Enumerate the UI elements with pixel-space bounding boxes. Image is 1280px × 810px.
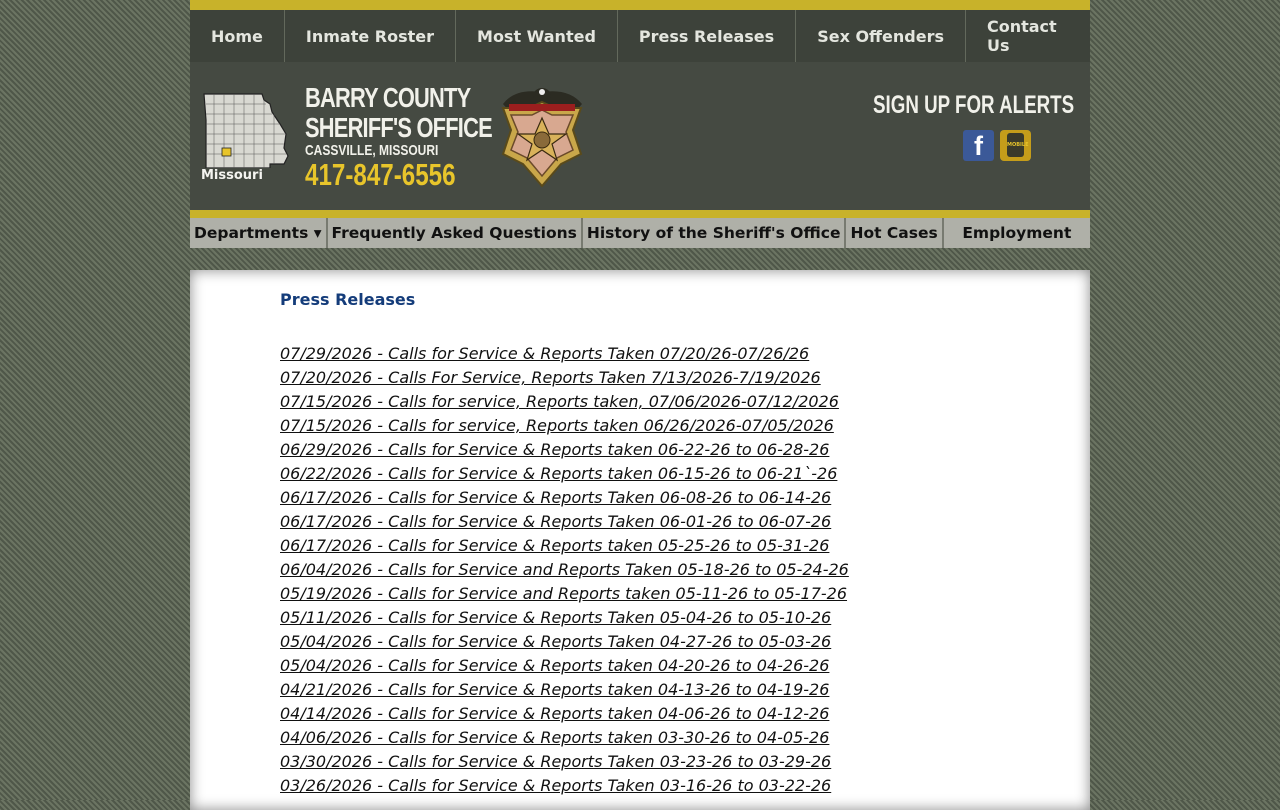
list-item: 06/17/2026 - Calls for Service & Reports… — [280, 510, 849, 534]
list-item: 05/04/2026 - Calls for Service & Reports… — [280, 630, 849, 654]
nav-press-releases[interactable]: Press Releases — [618, 10, 797, 62]
nav-most-wanted[interactable]: Most Wanted — [456, 10, 618, 62]
nav-sex-offenders[interactable]: Sex Offenders — [796, 10, 966, 62]
list-item: 06/04/2026 - Calls for Service and Repor… — [280, 558, 849, 582]
list-item: 05/11/2026 - Calls for Service & Reports… — [280, 606, 849, 630]
nav-inmate-roster[interactable]: Inmate Roster — [285, 10, 457, 62]
site-header: Missouri BARRY COUNTY SHERIFF'S OFFICE C… — [190, 62, 1090, 210]
subnav-departments[interactable]: Departments ▾ — [190, 218, 328, 248]
press-release-link[interactable]: 06/17/2026 - Calls for Service & Reports… — [280, 536, 829, 555]
press-release-link[interactable]: 05/04/2026 - Calls for Service & Reports… — [280, 656, 829, 675]
facebook-glyph: f — [974, 131, 983, 161]
main-content: Press Releases 07/29/2026 - Calls for Se… — [190, 270, 1090, 810]
top-accent-bar — [190, 0, 1090, 10]
press-release-link[interactable]: 07/15/2026 - Calls for service, Reports … — [280, 416, 834, 435]
subnav-hot-cases[interactable]: Hot Cases — [846, 218, 944, 248]
press-release-link[interactable]: 06/17/2026 - Calls for Service & Reports… — [280, 512, 831, 531]
missouri-map-icon — [203, 93, 289, 168]
list-item: 03/26/2026 - Calls for Service & Reports… — [280, 774, 849, 798]
list-item: 07/15/2026 - Calls for service, Reports … — [280, 390, 849, 414]
list-item: 07/20/2026 - Calls For Service, Reports … — [280, 366, 849, 390]
subnav-history[interactable]: History of the Sheriff's Office — [583, 218, 847, 248]
list-item: 06/29/2026 - Calls for Service & Reports… — [280, 438, 849, 462]
mobile-label: MOBILE — [1007, 133, 1029, 157]
site-title-line2: SHERIFF'S OFFICE — [305, 112, 493, 143]
list-item: 05/19/2026 - Calls for Service and Repor… — [280, 582, 849, 606]
list-item: 04/06/2026 - Calls for Service & Reports… — [280, 726, 849, 750]
facebook-icon[interactable]: f — [963, 130, 994, 161]
press-release-link[interactable]: 07/29/2026 - Calls for Service & Reports… — [280, 344, 809, 363]
phone-number[interactable]: 417-847-6556 — [305, 157, 456, 193]
page-heading: Press Releases — [280, 290, 416, 309]
press-release-link[interactable]: 06/17/2026 - Calls for Service & Reports… — [280, 488, 831, 507]
list-item: 04/14/2026 - Calls for Service & Reports… — [280, 702, 849, 726]
press-release-list: 07/29/2026 - Calls for Service & Reports… — [280, 342, 849, 798]
list-item: 07/29/2026 - Calls for Service & Reports… — [280, 342, 849, 366]
press-release-link[interactable]: 04/06/2026 - Calls for Service & Reports… — [280, 728, 829, 747]
nav-contact-us[interactable]: Contact Us — [966, 10, 1090, 62]
sheriff-badge-logo — [501, 88, 583, 188]
press-release-link[interactable]: 06/29/2026 - Calls for Service & Reports… — [280, 440, 829, 459]
page-wrapper: Home Inmate Roster Most Wanted Press Rel… — [190, 0, 1090, 810]
list-item: 07/15/2026 - Calls for service, Reports … — [280, 414, 849, 438]
press-release-link[interactable]: 07/20/2026 - Calls For Service, Reports … — [280, 368, 821, 387]
list-item: 05/04/2026 - Calls for Service & Reports… — [280, 654, 849, 678]
list-item: 03/30/2026 - Calls for Service & Reports… — [280, 750, 849, 774]
press-release-link[interactable]: 04/14/2026 - Calls for Service & Reports… — [280, 704, 829, 723]
sign-up-alerts[interactable]: SIGN UP FOR ALERTS — [873, 91, 1074, 120]
press-release-link[interactable]: 03/30/2026 - Calls for Service & Reports… — [280, 752, 831, 771]
list-item: 04/21/2026 - Calls for Service & Reports… — [280, 678, 849, 702]
subnav-employment[interactable]: Employment — [944, 218, 1090, 248]
press-release-link[interactable]: 04/21/2026 - Calls for Service & Reports… — [280, 680, 829, 699]
press-release-link[interactable]: 05/11/2026 - Calls for Service & Reports… — [280, 608, 831, 627]
header-accent-stripe — [190, 210, 1090, 218]
press-release-link[interactable]: 05/19/2026 - Calls for Service and Repor… — [280, 584, 847, 603]
list-item: 06/22/2026 - Calls for Service & Reports… — [280, 462, 849, 486]
subnav-faq[interactable]: Frequently Asked Questions — [328, 218, 583, 248]
site-title-line1: BARRY COUNTY — [305, 82, 471, 113]
press-release-link[interactable]: 06/22/2026 - Calls for Service & Reports… — [280, 464, 837, 483]
press-release-link[interactable]: 05/04/2026 - Calls for Service & Reports… — [280, 632, 831, 651]
main-nav: Home Inmate Roster Most Wanted Press Rel… — [190, 10, 1090, 62]
list-item: 06/17/2026 - Calls for Service & Reports… — [280, 534, 849, 558]
secondary-nav: Departments ▾ Frequently Asked Questions… — [190, 218, 1090, 248]
press-release-link[interactable]: 06/04/2026 - Calls for Service and Repor… — [280, 560, 849, 579]
nav-home[interactable]: Home — [190, 10, 285, 62]
press-release-link[interactable]: 03/26/2026 - Calls for Service & Reports… — [280, 776, 831, 795]
press-release-link[interactable]: 07/15/2026 - Calls for service, Reports … — [280, 392, 839, 411]
list-item: 06/17/2026 - Calls for Service & Reports… — [280, 486, 849, 510]
mobile-alerts-icon[interactable]: MOBILE — [1000, 130, 1031, 161]
map-label: Missouri — [201, 168, 263, 183]
